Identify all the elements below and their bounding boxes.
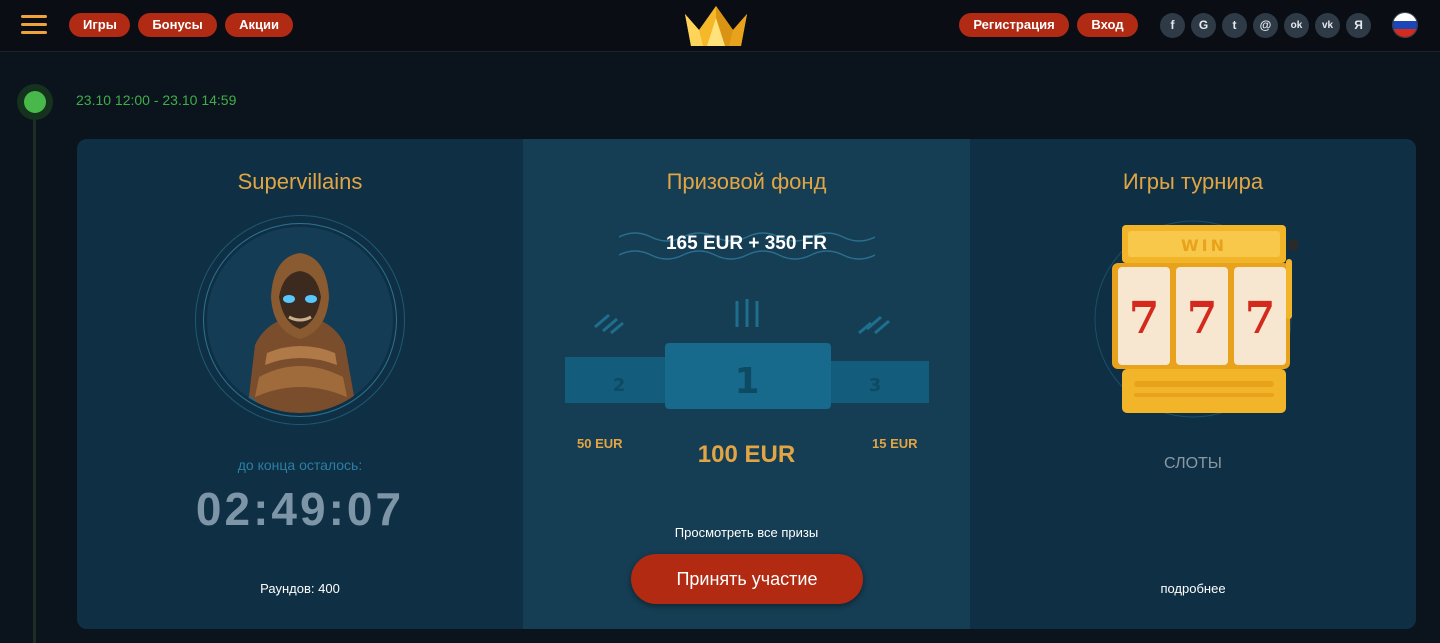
slot-sign-text: WIN xyxy=(1181,236,1227,255)
tournament-name: Supervillains xyxy=(237,169,363,194)
time-remaining-label: до конца осталось: xyxy=(237,457,363,473)
mail-icon[interactable]: @ xyxy=(1253,13,1278,38)
tournament-info-column: Supervillains до конца осталось: 02:49:0… xyxy=(77,139,523,629)
tournament-card: Supervillains до конца осталось: 02:49:0… xyxy=(77,139,1416,629)
nav-bonuses-button[interactable]: Бонусы xyxy=(138,13,217,37)
prize-pool-total: 165 EUR + 350 FR xyxy=(665,233,828,254)
vk-icon[interactable]: vk xyxy=(1315,13,1340,38)
third-place-prize: 15 EUR xyxy=(872,436,918,451)
register-button[interactable]: Регистрация xyxy=(959,13,1069,37)
svg-text:7: 7 xyxy=(1245,293,1276,344)
svg-text:7: 7 xyxy=(1187,293,1218,344)
view-all-prizes-link[interactable]: Просмотреть все призы xyxy=(523,525,970,540)
podium-icon: 2 1 3 xyxy=(565,299,929,409)
rounds-count: Раундов: 400 xyxy=(260,581,340,596)
games-category-label: СЛОТЫ xyxy=(1164,455,1222,472)
facebook-icon[interactable]: f xyxy=(1160,13,1185,38)
prize-pool-column: Призовой фонд 165 EUR + 350 FR 2 1 3 50 … xyxy=(523,139,970,629)
google-icon[interactable]: G xyxy=(1191,13,1216,38)
join-tournament-button[interactable]: Принять участие xyxy=(631,554,863,604)
timeline-line xyxy=(33,116,36,643)
details-link[interactable]: подробнее xyxy=(970,581,1416,596)
nav-games-button[interactable]: Игры xyxy=(69,13,130,37)
podium-second-label: 2 xyxy=(613,375,626,396)
odnoklassniki-icon[interactable]: ok xyxy=(1284,13,1309,38)
login-button[interactable]: Вход xyxy=(1077,13,1138,37)
top-header: Игры Бонусы Акции Регистрация Вход f G t… xyxy=(0,0,1440,52)
prize-pool-title: Призовой фонд xyxy=(666,169,827,194)
menu-icon[interactable] xyxy=(21,14,47,36)
tournament-games-title: Игры турнира xyxy=(1122,169,1264,194)
podium-first-label: 1 xyxy=(734,361,759,402)
crown-logo-icon[interactable] xyxy=(683,4,749,48)
villain-avatar-image xyxy=(207,227,393,413)
svg-text:7: 7 xyxy=(1129,293,1160,344)
yandex-icon[interactable]: Я xyxy=(1346,13,1371,38)
podium-third-label: 3 xyxy=(869,375,882,396)
russia-flag-icon[interactable] xyxy=(1392,12,1418,38)
slot-machine-icon[interactable]: WIN 7 7 7 xyxy=(1088,219,1298,419)
tournament-games-column: Игры турнира WIN 7 7 7 СЛОТЫ подробнее xyxy=(970,139,1416,629)
active-status-dot-icon xyxy=(17,84,53,120)
nav-promotions-button[interactable]: Акции xyxy=(225,13,293,37)
countdown-timer: 02:49:07 xyxy=(195,483,405,535)
tournament-dates: 23.10 12:00 - 23.10 14:59 xyxy=(76,92,237,108)
twitter-icon[interactable]: t xyxy=(1222,13,1247,38)
